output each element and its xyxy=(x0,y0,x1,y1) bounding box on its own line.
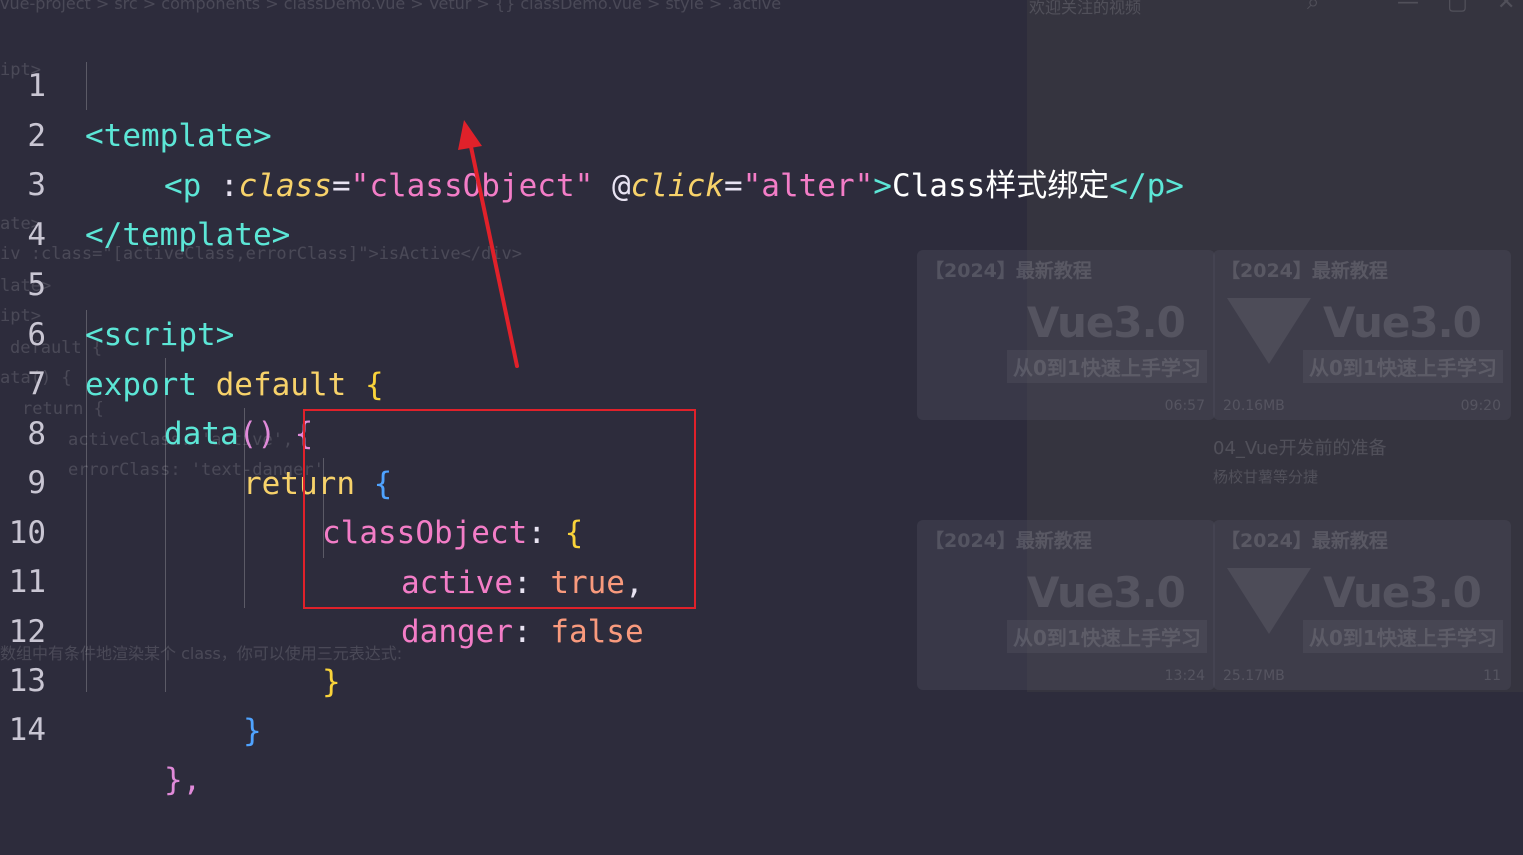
code-editor[interactable]: 1 <template> 2 <p :class="classObject" @… xyxy=(0,0,1523,798)
brace: } xyxy=(243,713,262,749)
line-number: 14 xyxy=(8,712,46,748)
annotation-arrow-icon xyxy=(458,120,519,368)
brace: }, xyxy=(164,762,202,798)
